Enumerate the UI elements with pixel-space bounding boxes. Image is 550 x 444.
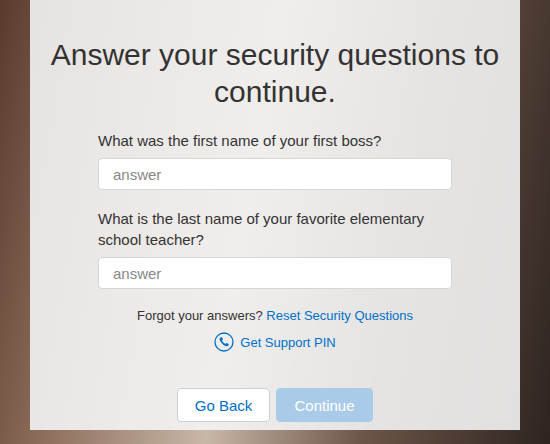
question: What was the first name of your first bo… [98, 130, 452, 190]
question-list: What was the first name of your first bo… [98, 130, 452, 289]
phone-icon[interactable] [214, 332, 234, 352]
answer-field[interactable] [98, 158, 452, 190]
forgot-text: Forgot your answers? [137, 308, 263, 323]
answer-field[interactable] [98, 257, 452, 289]
continue-button: Continue [276, 388, 373, 422]
button-row: Go BackContinue [177, 388, 373, 422]
support-link[interactable]: Get Support PIN [240, 334, 335, 351]
forgot-line: Forgot your answers? Reset Security Ques… [137, 307, 413, 324]
go-back-button[interactable]: Go Back [177, 388, 270, 422]
background-photo: Answer your security questions to contin… [0, 0, 550, 444]
reset-link[interactable]: Reset Security Questions [266, 308, 413, 323]
question: What is the last name of your favorite e… [98, 208, 452, 289]
security-panel: Answer your security questions to contin… [30, 0, 520, 430]
question-label: What is the last name of your favorite e… [98, 208, 452, 250]
support-pin[interactable]: Get Support PIN [214, 332, 335, 352]
page-title: Answer your security questions to contin… [45, 36, 505, 110]
question-label: What was the first name of your first bo… [98, 130, 452, 151]
